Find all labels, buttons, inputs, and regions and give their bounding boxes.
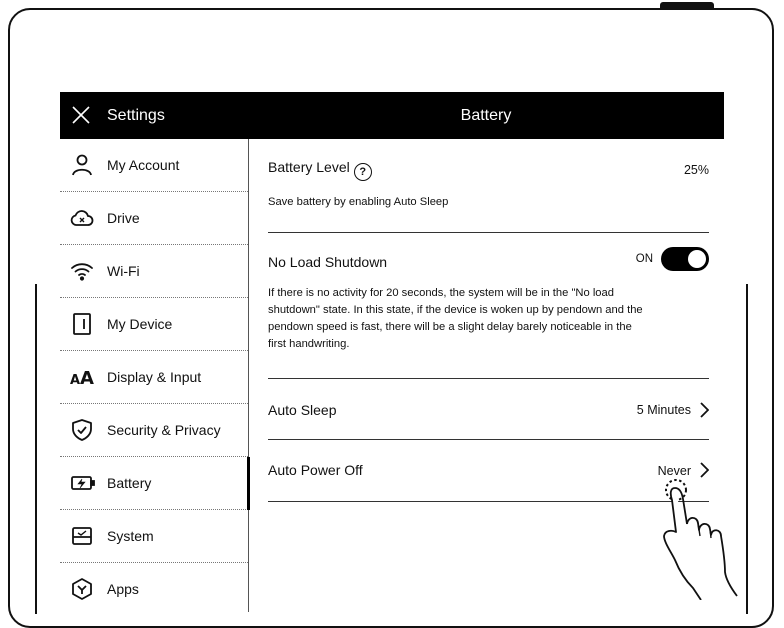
sidebar-item-battery[interactable]: Battery — [60, 457, 250, 510]
toggle-state-label: ON — [635, 253, 653, 265]
help-icon[interactable]: ? — [353, 163, 372, 181]
battery-level-description[interactable]: Save battery by enabling Auto Sleep — [268, 194, 448, 211]
svg-text:A: A — [70, 373, 80, 388]
auto-power-off-label: Auto Power Off — [268, 462, 363, 478]
sidebar-item-my-account[interactable]: My Account — [60, 139, 248, 192]
no-load-shutdown-label: No Load Shutdown — [268, 254, 388, 270]
toggle-knob — [688, 250, 706, 268]
battery-settings-panel: Battery Level? 25% Save battery by enabl… — [268, 139, 709, 612]
sidebar-item-label: My Account — [107, 157, 180, 173]
shield-icon — [70, 418, 94, 442]
battery-icon — [70, 471, 95, 495]
power-button — [660, 2, 714, 10]
sidebar-item-my-device[interactable]: My Device — [60, 298, 248, 351]
settings-title: Settings — [107, 107, 165, 124]
settings-screen: Settings Battery My Account Drive Wi-Fi … — [60, 92, 724, 612]
sidebar-item-label: My Device — [107, 316, 173, 332]
wifi-icon — [70, 259, 94, 283]
no-load-shutdown-description: If there is no activity for 20 seconds, … — [268, 287, 643, 350]
svg-text:A: A — [80, 368, 94, 389]
font-size-icon: A A — [70, 365, 94, 389]
sidebar-item-apps[interactable]: Apps — [60, 563, 248, 612]
auto-sleep-row[interactable]: Auto Sleep 5 Minutes — [268, 379, 709, 440]
battery-level-title: Battery Level? — [268, 159, 372, 181]
device-edge-left — [35, 284, 37, 614]
auto-power-off-row[interactable]: Auto Power Off Never — [268, 440, 709, 502]
sidebar-item-label: Security & Privacy — [107, 422, 221, 438]
sidebar-item-label: Display & Input — [107, 369, 202, 385]
sidebar-item-display-input[interactable]: A A Display & Input — [60, 351, 248, 404]
title-bar: Settings Battery — [60, 92, 724, 139]
no-load-shutdown-toggle-group: ON — [629, 247, 709, 271]
battery-level-row: Battery Level? 25% Save battery by enabl… — [268, 139, 709, 233]
sidebar-item-label: Wi-Fi — [107, 263, 140, 279]
sidebar-item-security-privacy[interactable]: Security & Privacy — [60, 404, 248, 457]
person-icon — [70, 153, 94, 177]
sidebar-item-drive[interactable]: Drive — [60, 192, 248, 245]
no-load-shutdown-toggle[interactable] — [661, 247, 709, 271]
auto-sleep-label: Auto Sleep — [268, 402, 337, 418]
sidebar-item-label: Apps — [107, 581, 139, 597]
tapping-hand-icon — [663, 479, 738, 600]
battery-level-label: Battery Level — [268, 159, 350, 175]
sidebar-item-system[interactable]: System — [60, 510, 248, 563]
chevron-right-icon[interactable] — [699, 402, 709, 418]
sidebar-item-label: Drive — [107, 210, 140, 226]
cloud-icon — [70, 206, 94, 230]
apps-icon — [70, 577, 94, 601]
page-title: Battery — [460, 107, 512, 124]
system-icon — [70, 524, 94, 548]
sidebar-item-wifi[interactable]: Wi-Fi — [60, 245, 248, 298]
sidebar-item-label: Battery — [107, 475, 152, 491]
close-icon[interactable] — [72, 106, 90, 124]
no-load-shutdown-row: No Load Shutdown ON If there is no activ… — [268, 233, 709, 379]
battery-level-value: 25% — [683, 163, 709, 177]
sidebar-item-label: System — [107, 528, 154, 544]
sidebar: My Account Drive Wi-Fi My Device A A Dis… — [60, 139, 250, 612]
auto-sleep-value: 5 Minutes — [636, 403, 691, 417]
device-icon — [70, 312, 94, 336]
